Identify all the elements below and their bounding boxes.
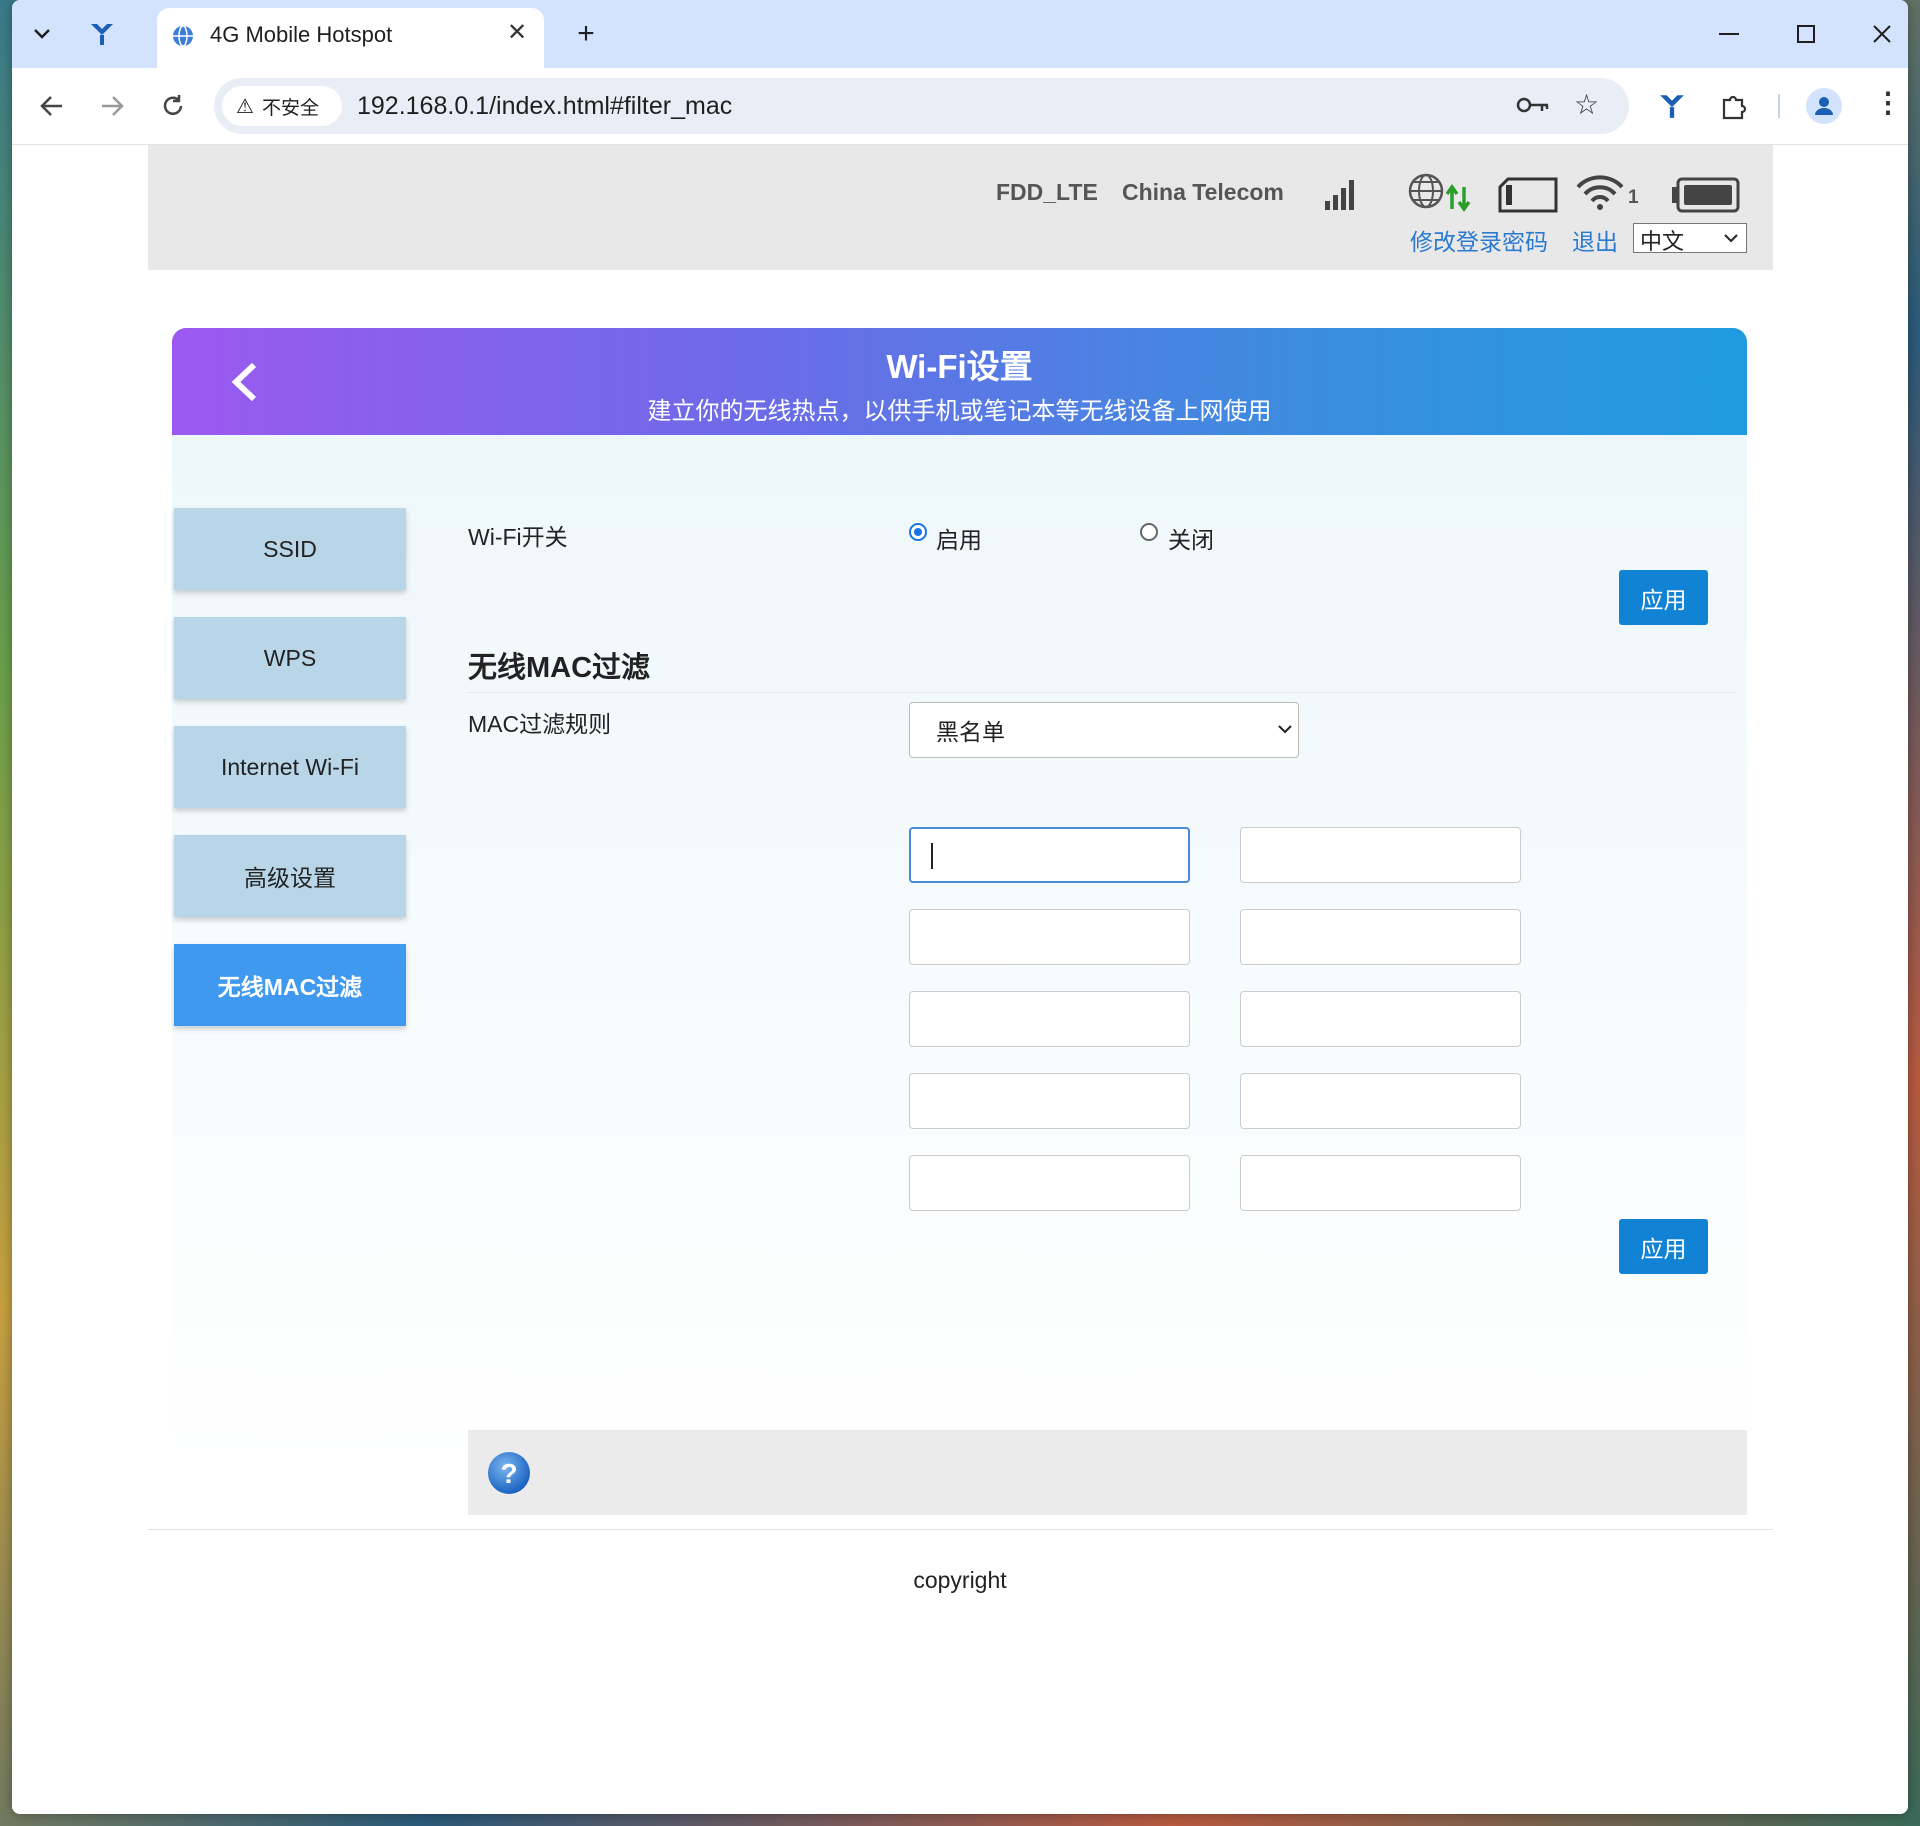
sidebar-item-label: 无线MAC过滤	[217, 974, 363, 1000]
wifi-switch-label: Wi-Fi开关	[468, 524, 568, 550]
more-menu-icon[interactable]: ⋮	[1874, 86, 1902, 119]
sidebar-item-wps[interactable]: WPS	[174, 617, 406, 699]
browser-toolbar: ⚠ 不安全 192.168.0.1/index.html#filter_mac …	[12, 68, 1908, 145]
new-tab-button[interactable]: +	[566, 14, 606, 54]
back-button[interactable]	[32, 86, 72, 126]
chevron-down-icon	[1724, 234, 1738, 243]
maximize-button[interactable]	[1786, 14, 1826, 54]
forward-button[interactable]	[92, 86, 132, 126]
settings-content: SSID WPS Internet Wi-Fi 高级设置 无线MAC过滤 Wi-…	[172, 435, 1747, 1515]
bookmark-star-icon[interactable]: ☆	[1574, 88, 1599, 121]
close-icon	[1873, 25, 1891, 43]
minimize-icon	[1719, 33, 1739, 35]
sim-card-icon	[1498, 177, 1558, 213]
change-password-link[interactable]: 修改登录密码	[1410, 223, 1548, 257]
reload-icon	[163, 95, 183, 115]
wifi-enable-label[interactable]: 启用	[936, 521, 982, 555]
extension-pinned-icon[interactable]	[82, 14, 122, 54]
logout-link[interactable]: 退出	[1572, 223, 1618, 257]
sidebar-item-advanced[interactable]: 高级设置	[174, 835, 406, 917]
sidebar-item-label: SSID	[263, 535, 317, 562]
reload-button[interactable]	[153, 86, 193, 126]
page-title: Wi-Fi设置	[886, 348, 1033, 385]
tab-active[interactable]: 4G Mobile Hotspot ✕	[157, 8, 544, 68]
globe-favicon-icon	[173, 25, 193, 47]
mac-address-input[interactable]	[909, 827, 1190, 883]
mac-address-input[interactable]	[909, 909, 1190, 965]
arrow-left-icon	[40, 96, 62, 116]
carrier-name: China Telecom	[1122, 179, 1284, 205]
section-divider	[468, 692, 1736, 693]
mac-address-input[interactable]	[1240, 827, 1521, 883]
copyright-text: copyright	[913, 1567, 1007, 1593]
sidebar-item-label: Internet Wi-Fi	[220, 753, 360, 780]
mac-address-input[interactable]	[909, 1073, 1190, 1129]
browser-window: 4G Mobile Hotspot ✕ + ⚠ 不安全 192.168.0.1/…	[12, 0, 1908, 1814]
language-select[interactable]: 中文	[1633, 223, 1747, 254]
text-caret	[931, 843, 933, 869]
address-bar[interactable]: ⚠ 不安全 192.168.0.1/index.html#filter_mac …	[214, 78, 1629, 134]
mac-address-input[interactable]	[909, 991, 1190, 1047]
page-subtitle: 建立你的无线热点，以供手机或笔记本等无线设备上网使用	[647, 398, 1272, 425]
wifi-apply-button[interactable]: 应用	[1619, 570, 1708, 625]
tab-search-button[interactable]	[22, 14, 62, 54]
mac-address-input[interactable]	[1240, 909, 1521, 965]
maximize-icon	[1797, 25, 1815, 43]
y-extension-icon[interactable]	[1658, 92, 1686, 120]
person-icon	[1815, 97, 1833, 115]
extensions-puzzle-icon[interactable]	[1720, 92, 1748, 120]
mac-address-input[interactable]	[1240, 1155, 1521, 1211]
mac-rule-value: 黑名单	[936, 719, 1005, 745]
toolbar-divider	[1778, 94, 1780, 118]
help-question-icon[interactable]: ?	[486, 1450, 532, 1496]
key-icon[interactable]	[1516, 94, 1550, 116]
chevron-down-icon	[1278, 725, 1292, 734]
network-type: FDD_LTE	[996, 179, 1098, 205]
mac-rule-label: MAC过滤规则	[468, 711, 612, 737]
sidebar-item-ssid[interactable]: SSID	[174, 508, 406, 590]
sidebar-item-label: WPS	[263, 644, 317, 671]
wifi-disable-label[interactable]: 关闭	[1168, 521, 1214, 555]
mac-address-input[interactable]	[1240, 1073, 1521, 1129]
footer-divider	[148, 1529, 1773, 1530]
security-label: 不安全	[261, 97, 319, 119]
minimize-button[interactable]	[1709, 14, 1749, 54]
url-text: 192.168.0.1/index.html#filter_mac	[357, 92, 733, 120]
y-logo-icon	[91, 24, 113, 45]
warning-icon: ⚠	[236, 95, 254, 118]
signal-strength-icon	[1325, 180, 1354, 210]
mac-address-input[interactable]	[909, 1155, 1190, 1211]
status-header: FDD_LTE China Telecom 1 修改登录密码 退出 中文	[148, 145, 1773, 270]
tab-title: 4G Mobile Hotspot	[210, 22, 393, 47]
wifi-disable-radio[interactable]	[1140, 523, 1158, 541]
close-window-button[interactable]	[1862, 14, 1902, 54]
wifi-settings-banner: Wi-Fi设置 建立你的无线热点，以供手机或笔记本等无线设备上网使用	[172, 328, 1747, 435]
chevron-down-icon	[34, 29, 50, 39]
battery-icon	[1672, 177, 1740, 213]
wifi-client-count: 1	[1628, 187, 1639, 208]
tab-bar: 4G Mobile Hotspot ✕ +	[12, 0, 1908, 68]
mac-filter-apply-button[interactable]: 应用	[1619, 1219, 1708, 1274]
page-viewport: FDD_LTE China Telecom 1 修改登录密码 退出 中文 Wi-…	[12, 145, 1908, 1814]
profile-avatar[interactable]	[1806, 88, 1842, 124]
language-value: 中文	[1640, 229, 1685, 254]
sidebar-item-internet-wifi[interactable]: Internet Wi-Fi	[174, 726, 406, 808]
help-panel: ?	[468, 1430, 1747, 1515]
internet-connected-icon	[1408, 173, 1471, 213]
svg-text:?: ?	[500, 1458, 517, 1489]
mac-filter-section-title: 无线MAC过滤	[468, 652, 651, 684]
sidebar-item-label: 高级设置	[244, 865, 336, 891]
wifi-icon	[1576, 175, 1624, 210]
security-chip[interactable]: ⚠ 不安全	[222, 86, 342, 126]
sidebar-item-mac-filter[interactable]: 无线MAC过滤	[174, 944, 406, 1026]
arrow-right-icon	[102, 96, 124, 116]
wifi-enable-radio[interactable]	[909, 523, 927, 541]
mac-address-input[interactable]	[1240, 991, 1521, 1047]
tab-close-icon[interactable]: ✕	[507, 18, 527, 47]
mac-rule-select[interactable]: 黑名单	[909, 702, 1299, 758]
